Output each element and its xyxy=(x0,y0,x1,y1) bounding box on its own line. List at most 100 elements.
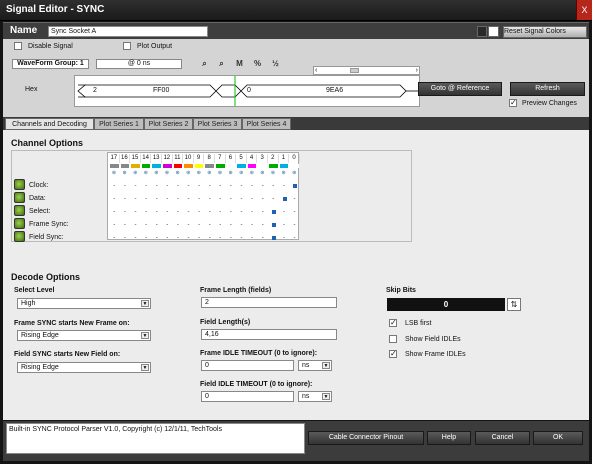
bit-color-swatch[interactable] xyxy=(173,164,183,168)
channel-cell[interactable]: - xyxy=(132,196,139,202)
bit-select-icon[interactable]: ⊕ xyxy=(217,170,223,176)
channel-cell[interactable]: - xyxy=(185,235,192,241)
preview-changes-checkbox[interactable]: ✓ xyxy=(509,99,517,107)
bit-color-swatch[interactable] xyxy=(184,164,193,168)
waveform-group-field[interactable]: WaveForm Group: 1 xyxy=(12,59,89,69)
channel-selected-cell[interactable] xyxy=(293,184,298,188)
channel-cell[interactable]: - xyxy=(217,235,224,241)
channel-cell[interactable]: - xyxy=(228,235,235,241)
bit-select-icon[interactable]: ⊕ xyxy=(238,170,244,176)
field-idle-input[interactable]: 0 xyxy=(201,391,294,402)
bit-select-icon[interactable]: ⊕ xyxy=(175,170,181,176)
channel-cell[interactable]: - xyxy=(291,222,298,228)
bit-select-icon[interactable]: ⊕ xyxy=(291,170,297,176)
channel-cell[interactable]: - xyxy=(132,183,139,189)
bit-color-swatch[interactable] xyxy=(163,164,172,168)
channel-cell[interactable]: - xyxy=(122,183,129,189)
channel-cell[interactable]: - xyxy=(281,235,288,241)
chevron-down-icon[interactable]: ▼ xyxy=(322,362,330,369)
channel-cell[interactable]: - xyxy=(217,196,224,202)
tab-plot-series-3[interactable]: Plot Series 3 xyxy=(193,118,242,130)
channel-cell[interactable]: - xyxy=(122,196,129,202)
channel-cell[interactable]: - xyxy=(206,196,213,202)
channel-cell[interactable]: - xyxy=(164,222,171,228)
select-level-dropdown[interactable]: High ▼ xyxy=(17,298,151,309)
scroll-thumb[interactable] xyxy=(350,68,359,73)
scroll-right-icon[interactable]: › xyxy=(416,67,418,74)
bit-select-icon[interactable]: ⊕ xyxy=(185,170,191,176)
channel-cell[interactable]: - xyxy=(164,235,171,241)
channel-cell[interactable]: - xyxy=(228,196,235,202)
channel-cell[interactable]: - xyxy=(153,235,160,241)
tab-plot-series-2[interactable]: Plot Series 2 xyxy=(144,118,193,130)
bit-color-swatch[interactable] xyxy=(141,164,151,168)
channel-bit-grid[interactable]: 17 ⊕ 16 ⊕ 15 ⊕ 14 ⊕ 13 ⊕ 12 ⊕ 11 ⊕ 10 ⊕ 9 ⊕ 8 ⊕ 7 ⊕ 6 ⊕ 5 ⊕ 4 ⊕ 3 ⊕ 2 ⊕… xyxy=(107,152,300,241)
channel-cell[interactable]: - xyxy=(185,222,192,228)
horizontal-scrollbar[interactable]: ‹ › xyxy=(313,66,420,75)
cable-connector-pinout-button[interactable]: Cable Connector Pinout xyxy=(308,431,424,445)
tab-plot-series-1[interactable]: Plot Series 1 xyxy=(94,118,144,130)
bit-color-swatch[interactable] xyxy=(205,164,214,168)
channel-cell[interactable]: - xyxy=(111,222,118,228)
channel-cell[interactable]: - xyxy=(206,222,213,228)
channel-cell[interactable]: - xyxy=(259,183,266,189)
bit-color-swatch[interactable] xyxy=(258,164,267,168)
bit-color-swatch[interactable] xyxy=(131,164,140,168)
bit-color-swatch[interactable] xyxy=(269,164,278,168)
channel-cell[interactable]: - xyxy=(153,196,160,202)
channel-cell[interactable]: - xyxy=(143,196,150,202)
help-button[interactable]: Help xyxy=(427,431,471,445)
channel-cell[interactable]: - xyxy=(217,183,224,189)
channel-cell[interactable]: - xyxy=(281,183,288,189)
channel-cell[interactable]: - xyxy=(185,183,192,189)
reset-signal-colors-button[interactable]: Reset Signal Colors xyxy=(503,26,587,38)
chevron-down-icon[interactable]: ▼ xyxy=(141,300,149,307)
channel-cell[interactable]: - xyxy=(175,222,182,228)
bit-color-swatch[interactable] xyxy=(152,164,161,168)
channel-cell[interactable]: - xyxy=(206,183,213,189)
channel-cell[interactable]: - xyxy=(270,183,277,189)
channel-cell[interactable]: - xyxy=(122,222,129,228)
channel-cell[interactable]: - xyxy=(122,235,129,241)
channel-cell[interactable]: - xyxy=(196,196,203,202)
channel-cell[interactable]: - xyxy=(259,235,266,241)
bit-color-swatch[interactable] xyxy=(110,164,119,168)
channel-cell[interactable]: - xyxy=(143,209,150,215)
bit-color-swatch[interactable] xyxy=(120,164,130,168)
bit-select-icon[interactable]: ⊕ xyxy=(259,170,265,176)
field-sync-dropdown[interactable]: Rising Edge ▼ xyxy=(17,362,151,373)
channel-cell[interactable]: - xyxy=(249,235,256,241)
bit-select-icon[interactable]: ⊕ xyxy=(281,170,287,176)
skip-bits-stepper-icon[interactable]: ⇅ xyxy=(507,298,521,311)
channel-cell[interactable]: - xyxy=(143,183,150,189)
signal-name-input[interactable]: Sync Socket A xyxy=(48,26,208,37)
disable-signal-checkbox[interactable] xyxy=(14,42,22,50)
channel-cell[interactable]: - xyxy=(206,209,213,215)
field-length-input[interactable]: 4,16 xyxy=(201,329,337,340)
refresh-button[interactable]: Refresh xyxy=(510,82,585,96)
bit-select-icon[interactable]: ⊕ xyxy=(249,170,255,176)
channel-cell[interactable]: - xyxy=(249,196,256,202)
color-swatch-dark[interactable] xyxy=(477,26,487,37)
bit-select-icon[interactable]: ⊕ xyxy=(228,170,234,176)
channel-cell[interactable]: - xyxy=(196,235,203,241)
channel-cell[interactable]: - xyxy=(175,235,182,241)
bit-select-icon[interactable]: ⊕ xyxy=(111,170,117,176)
color-swatch-light[interactable] xyxy=(488,26,499,37)
channel-cell[interactable]: - xyxy=(270,196,277,202)
show-field-idles-checkbox[interactable] xyxy=(389,335,397,343)
bit-color-swatch[interactable] xyxy=(290,164,299,168)
bit-select-icon[interactable]: ⊕ xyxy=(122,170,128,176)
chevron-down-icon[interactable]: ▼ xyxy=(141,364,149,371)
channel-cell[interactable]: - xyxy=(164,183,171,189)
channel-cell[interactable]: - xyxy=(132,235,139,241)
frame-sync-dropdown[interactable]: Rising Edge ▼ xyxy=(17,330,151,341)
field-idle-unit-dropdown[interactable]: ns ▼ xyxy=(298,391,332,402)
channel-selected-cell[interactable] xyxy=(272,236,276,240)
channel-selected-cell[interactable] xyxy=(272,210,276,214)
bit-select-icon[interactable]: ⊕ xyxy=(206,170,212,176)
channel-cell[interactable]: - xyxy=(249,209,256,215)
bit-select-icon[interactable]: ⊕ xyxy=(196,170,202,176)
bit-color-swatch[interactable] xyxy=(216,164,225,168)
lsb-first-checkbox[interactable]: ✓ xyxy=(389,319,397,327)
